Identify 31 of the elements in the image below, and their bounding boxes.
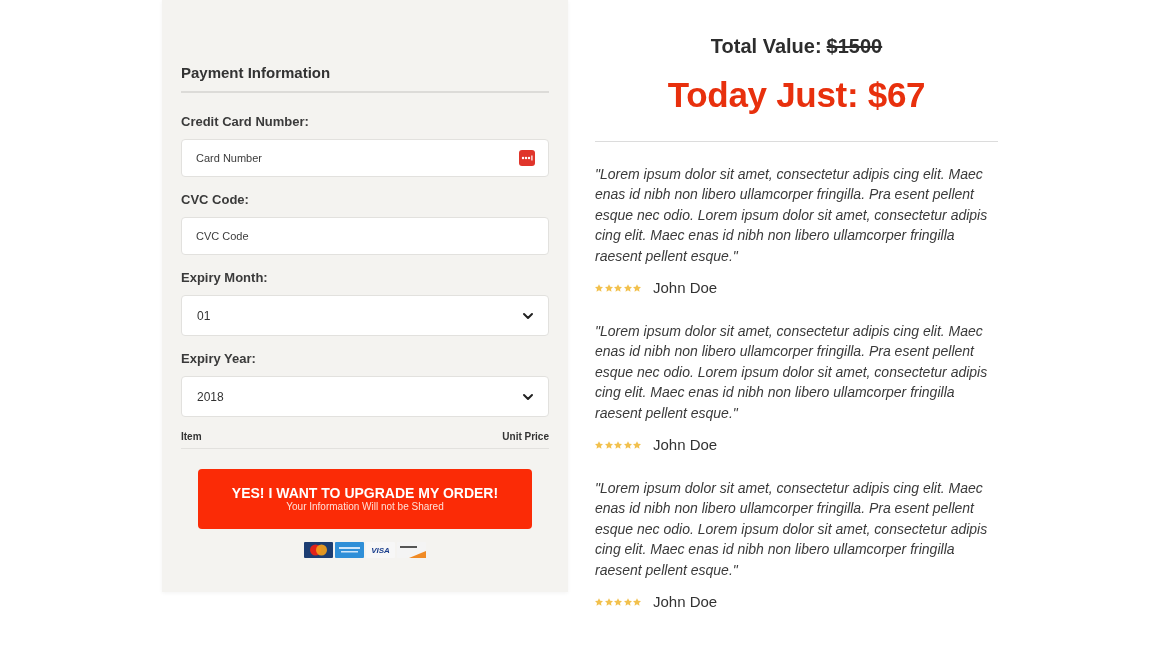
testimonial-quote: "Lorem ipsum dolor sit amet, consectetur adipis cing elit. Maec enas id nibh non libero ullamcorper fringilla. Pra esent pellent esque nec odio. Lorem ipsum dolor sit amet, consectetur adipis cing elit. Maec enas id nibh non libero ullamcorper fringilla raesent pellent esque.": [595, 165, 989, 266]
star-icon: [623, 441, 632, 450]
testimonial-quote: "Lorem ipsum dolor sit amet, consectetur adipis cing elit. Maec enas id nibh non libero ullamcorper fringilla. Pra esent pellent esque nec odio. Lorem ipsum dolor sit amet, consectetur adipis cing elit. Maec enas id nibh non libero ullamcorper fringilla raesent pellent esque.": [595, 479, 989, 580]
card-logo-icon: [304, 542, 333, 558]
star-icon: [604, 598, 613, 607]
reviewer-name: John Doe: [653, 593, 718, 612]
field-label: Expiry Month:: [181, 270, 268, 286]
field-label: Credit Card Number:: [181, 114, 309, 130]
card-dots-icon: [519, 150, 535, 166]
upgrade-button[interactable]: YES! I WANT TO UPGRADE MY ORDER! Your Information Will not be Shared: [198, 469, 532, 529]
column-header: Unit Price: [502, 431, 549, 443]
input-field[interactable]: CVC Code: [181, 217, 549, 255]
field-label: Expiry Year:: [181, 351, 256, 367]
testimonial-quote: "Lorem ipsum dolor sit amet, consectetur adipis cing elit. Maec enas id nibh non libero ullamcorper fringilla. Pra esent pellent esque nec odio. Lorem ipsum dolor sit amet, consectetur adipis cing elit. Maec enas id nibh non libero ullamcorper fringilla raesent pellent esque.": [595, 322, 989, 423]
card-logo-icon: [335, 542, 364, 558]
reviewer-name: John Doe: [653, 436, 718, 455]
dropdown[interactable]: 01: [181, 295, 549, 336]
star-icon: [623, 598, 632, 607]
star-icon: [604, 441, 613, 450]
input-field[interactable]: Card Number: [181, 139, 549, 177]
star-icon: [604, 284, 613, 293]
offer-price: Today Just: $67: [666, 74, 927, 116]
original-price: $1500: [826, 34, 883, 59]
dropdown[interactable]: 2018: [181, 376, 549, 417]
visa-logo: VISA: [366, 542, 395, 558]
star-icon: [623, 284, 632, 293]
reviewer-name: John Doe: [653, 279, 718, 298]
panel-title: Payment Information: [181, 64, 549, 93]
total-value-label: Total Value:: [710, 34, 822, 59]
field-label: CVC Code:: [181, 192, 249, 208]
column-header: Item: [181, 431, 202, 443]
